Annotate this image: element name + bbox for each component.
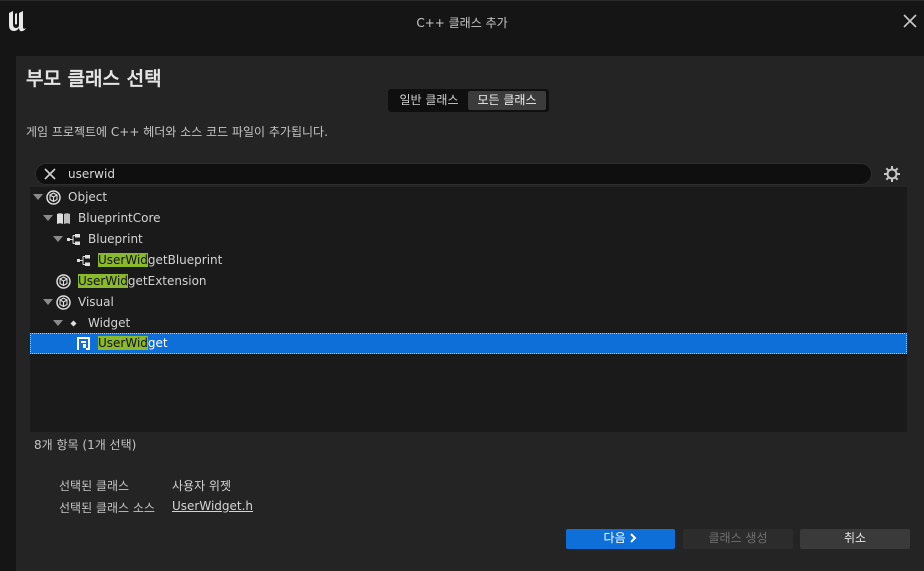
tree-row-widget[interactable]: Widget	[30, 313, 907, 334]
window-title: C++ 클래스 추가	[416, 16, 508, 30]
expand-arrow-icon[interactable]	[43, 215, 53, 221]
tree-item-label-rest: getExtension	[127, 274, 207, 288]
tree-row-object[interactable]: Object	[30, 187, 907, 208]
selected-class-value: 사용자 위젯	[172, 479, 232, 493]
expand-arrow-icon[interactable]	[53, 320, 63, 326]
book-icon	[57, 213, 70, 224]
clear-search-icon[interactable]	[43, 167, 57, 181]
selected-class-label: 선택된 클래스	[59, 479, 130, 493]
tree-item-label: Visual	[78, 295, 114, 309]
expand-arrow-icon[interactable]	[53, 236, 63, 242]
close-icon[interactable]	[901, 12, 919, 30]
widget-diamond-icon	[70, 320, 77, 327]
user-widget-icon	[77, 337, 90, 350]
chevron-right-icon	[630, 533, 637, 543]
page-title: 부모 클래스 선택	[26, 68, 162, 90]
tree-row-userwidgetblueprint[interactable]: UserWidgetBlueprint	[30, 250, 907, 271]
next-button[interactable]: 다음	[566, 529, 675, 549]
tree-item-label: Widget	[88, 316, 131, 330]
tree-row-blueprint[interactable]: Blueprint	[30, 229, 907, 250]
tree-item-label: UserWidgetBlueprint	[98, 253, 222, 267]
search-match-highlight: UserWid	[98, 336, 148, 350]
class-mode-toggle: 일반 클래스 모든 클래스	[388, 89, 549, 112]
title-bar-top-line	[0, 0, 924, 1]
class-tree[interactable]: Object BlueprintCore Blueprint UserWidge…	[30, 187, 907, 432]
create-class-button[interactable]: 클래스 생성	[683, 529, 793, 549]
tree-item-label: UserWidgetExtension	[78, 274, 207, 288]
description-text: 게임 프로젝트에 C++ 헤더와 소스 코드 파일이 추가됩니다.	[26, 125, 328, 139]
tree-row-userwidgetextension[interactable]: UserWidgetExtension	[30, 271, 907, 292]
tree-item-label: Blueprint	[88, 232, 143, 246]
blueprint-icon	[77, 255, 90, 266]
tree-item-label-rest: get	[147, 336, 168, 350]
gear-icon[interactable]	[883, 165, 901, 183]
search-match-highlight: UserWid	[78, 274, 128, 288]
object-class-icon	[56, 295, 71, 310]
blueprint-icon	[67, 234, 80, 245]
search-box	[35, 163, 872, 185]
object-class-icon	[46, 190, 61, 205]
expand-arrow-icon[interactable]	[33, 194, 43, 200]
expand-arrow-icon[interactable]	[43, 299, 53, 305]
selected-source-link[interactable]: UserWidget.h	[172, 499, 253, 513]
tree-row-userwidget[interactable]: UserWidget	[30, 333, 907, 354]
tree-item-label: UserWidget	[98, 336, 168, 350]
tree-item-label-rest: getBlueprint	[147, 253, 223, 267]
tree-row-visual[interactable]: Visual	[30, 292, 907, 313]
cancel-button[interactable]: 취소	[800, 529, 910, 549]
title-bar: C++ 클래스 추가	[0, 0, 924, 44]
tree-row-blueprintcore[interactable]: BlueprintCore	[30, 208, 907, 229]
object-class-icon	[56, 274, 71, 289]
search-input[interactable]	[68, 165, 848, 183]
tab-all-classes[interactable]: 모든 클래스	[468, 91, 546, 110]
selected-source-label: 선택된 클래스 소스	[59, 501, 155, 515]
search-match-highlight: UserWid	[98, 253, 148, 267]
tab-general-classes[interactable]: 일반 클래스	[392, 91, 466, 110]
item-count: 8개 항목 (1개 선택)	[34, 438, 137, 452]
tree-item-label: Object	[68, 190, 108, 204]
next-button-label: 다음	[603, 531, 626, 545]
tree-item-label: BlueprintCore	[78, 211, 161, 225]
